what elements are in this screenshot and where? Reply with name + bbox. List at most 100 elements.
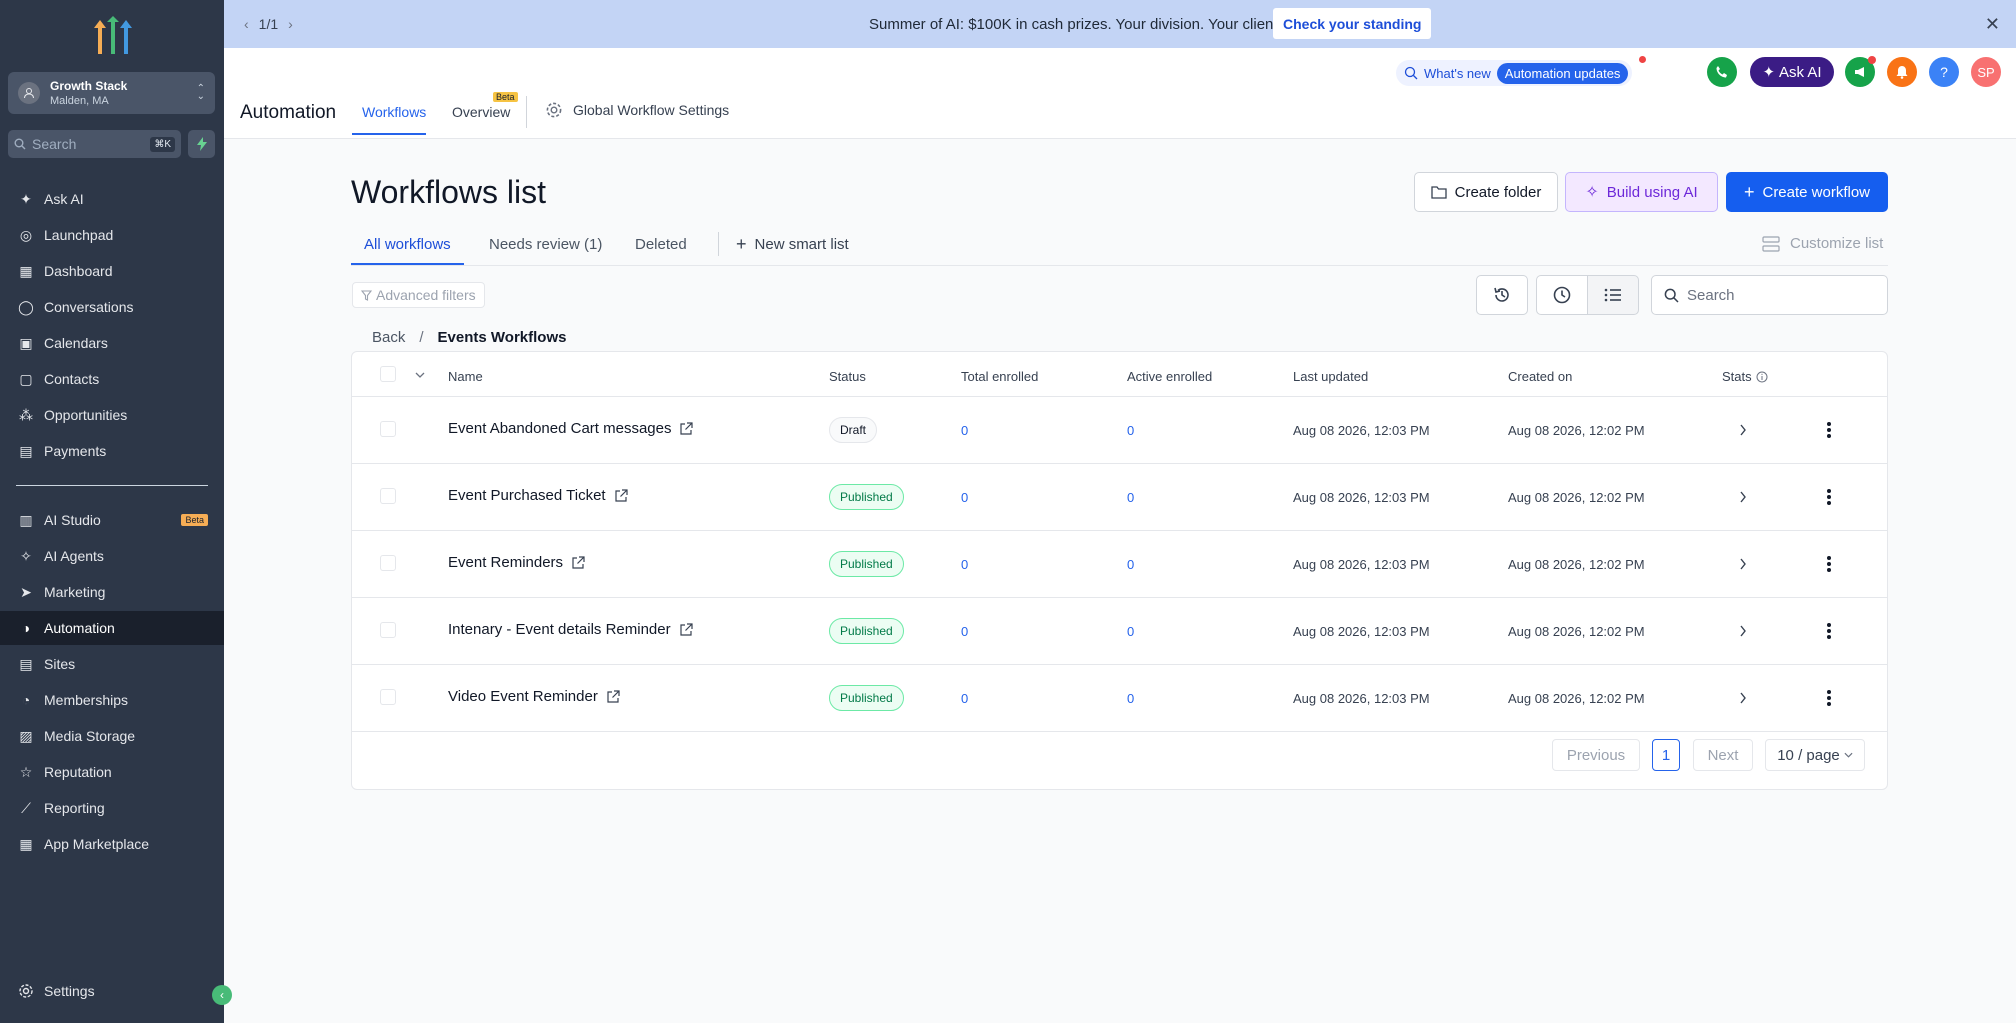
- chevron-down-icon: [1844, 752, 1853, 758]
- create-folder-button[interactable]: Create folder: [1414, 172, 1558, 212]
- chevron-right-icon[interactable]: ›: [288, 16, 293, 32]
- workflow-name-link[interactable]: Event Reminders: [448, 554, 585, 571]
- sidebar-item-opportunities[interactable]: ⁂ Opportunities: [0, 398, 224, 432]
- chevron-right-icon[interactable]: [1739, 692, 1747, 704]
- list-view-button[interactable]: [1587, 275, 1639, 315]
- chevron-down-icon[interactable]: [415, 372, 425, 378]
- sidebar-item-media-storage[interactable]: ▨ Media Storage: [0, 719, 224, 753]
- workflow-name-link[interactable]: Event Abandoned Cart messages: [448, 420, 694, 437]
- sidebar-item-launchpad[interactable]: ◎ Launchpad: [0, 218, 224, 252]
- table-row[interactable]: Event Reminders Published 0 0 Aug 08 2026, 1…: [352, 531, 1887, 598]
- sidebar-item-ai-agents[interactable]: ✧ AI Agents: [0, 539, 224, 573]
- breadcrumb-back[interactable]: Back: [372, 329, 405, 346]
- create-workflow-button[interactable]: + Create workflow: [1726, 172, 1888, 212]
- automation-updates-button[interactable]: Automation updates: [1496, 62, 1629, 84]
- sidebar-item-memberships[interactable]: ◔ Memberships: [0, 683, 224, 717]
- sidebar-item-dashboard[interactable]: ▦ Dashboard: [0, 254, 224, 288]
- sidebar-item-app-marketplace[interactable]: ▦ App Marketplace: [0, 827, 224, 861]
- sidebar-item-payments[interactable]: ▤ Payments: [0, 434, 224, 468]
- table-row[interactable]: Video Event Reminder Published 0 0 Aug 08 20…: [352, 665, 1887, 732]
- whats-new-pill[interactable]: What's new Automation updates: [1396, 60, 1633, 86]
- sidebar-item-contacts[interactable]: ▢ Contacts: [0, 362, 224, 396]
- tab-overview[interactable]: Overview: [452, 104, 510, 120]
- more-options-icon[interactable]: [1826, 555, 1832, 573]
- subtab-needs-review[interactable]: Needs review (1): [489, 236, 602, 253]
- row-checkbox[interactable]: [380, 622, 396, 638]
- sidebar-item-sites[interactable]: ▤ Sites: [0, 647, 224, 681]
- active-enrolled-value[interactable]: 0: [1127, 490, 1134, 505]
- chevron-right-icon[interactable]: [1739, 558, 1747, 570]
- sidebar-item-ask-ai[interactable]: ✦ Ask AI: [0, 182, 224, 216]
- row-checkbox[interactable]: [380, 689, 396, 705]
- more-options-icon[interactable]: [1826, 488, 1832, 506]
- page-1-button[interactable]: 1: [1652, 739, 1680, 771]
- external-link-icon[interactable]: [679, 622, 693, 637]
- page-size-select[interactable]: 10 / page: [1765, 739, 1865, 771]
- row-checkbox[interactable]: [380, 555, 396, 571]
- phone-icon[interactable]: [1707, 57, 1737, 87]
- table-row[interactable]: Event Purchased Ticket Published 0 0 Aug 08 …: [352, 464, 1887, 531]
- workflow-name-link[interactable]: Event Purchased Ticket: [448, 487, 628, 504]
- global-workflow-settings-link[interactable]: Global Workflow Settings: [545, 101, 729, 119]
- check-standing-button[interactable]: Check your standing: [1273, 8, 1432, 39]
- sidebar-item-marketing[interactable]: ➤ Marketing: [0, 575, 224, 609]
- total-enrolled-value[interactable]: 0: [961, 557, 968, 572]
- customize-list-button[interactable]: Customize list: [1762, 235, 1883, 252]
- row-checkbox[interactable]: [380, 421, 396, 437]
- chevron-right-icon[interactable]: [1739, 625, 1747, 637]
- close-icon[interactable]: ✕: [1985, 14, 2000, 35]
- total-enrolled-value[interactable]: 0: [961, 490, 968, 505]
- total-enrolled-value[interactable]: 0: [961, 423, 968, 438]
- recent-view-button[interactable]: [1536, 275, 1588, 315]
- collapse-sidebar-button[interactable]: ‹: [212, 985, 232, 1005]
- sidebar-item-settings[interactable]: Settings: [0, 974, 224, 1008]
- row-checkbox[interactable]: [380, 488, 396, 504]
- quick-action-button[interactable]: [188, 130, 215, 158]
- external-link-icon[interactable]: [679, 421, 694, 436]
- subtab-deleted[interactable]: Deleted: [635, 236, 687, 253]
- subtab-all-workflows[interactable]: All workflows: [364, 236, 451, 253]
- workflow-name-link[interactable]: Intenary - Event details Reminder: [448, 621, 693, 638]
- advanced-filters-button[interactable]: Advanced filters: [352, 282, 485, 308]
- new-smart-list-button[interactable]: + New smart list: [736, 234, 849, 255]
- sidebar-search[interactable]: Search ⌘K: [8, 130, 181, 158]
- total-enrolled-value[interactable]: 0: [961, 691, 968, 706]
- user-avatar[interactable]: SP: [1971, 57, 2001, 87]
- active-enrolled-value[interactable]: 0: [1127, 423, 1134, 438]
- info-icon: [1756, 371, 1768, 382]
- history-view-button[interactable]: [1476, 275, 1528, 315]
- tab-workflows[interactable]: Workflows: [362, 104, 426, 120]
- chevron-left-icon[interactable]: ‹: [244, 16, 249, 32]
- sidebar-item-automation[interactable]: ◑ Automation: [0, 611, 224, 645]
- chevron-right-icon[interactable]: [1739, 424, 1747, 436]
- previous-page-button[interactable]: Previous: [1552, 739, 1640, 771]
- more-options-icon[interactable]: [1826, 421, 1832, 439]
- select-all-checkbox[interactable]: [380, 366, 396, 382]
- account-switcher[interactable]: Growth Stack Malden, MA ⌃ ⌄: [8, 72, 215, 114]
- help-icon[interactable]: ?: [1929, 57, 1959, 87]
- active-enrolled-value[interactable]: 0: [1127, 691, 1134, 706]
- sidebar-item-ai-studio[interactable]: ▥ AI Studio Beta: [0, 503, 224, 537]
- bell-icon[interactable]: [1887, 57, 1917, 87]
- workflow-search[interactable]: [1651, 275, 1888, 315]
- table-row[interactable]: Intenary - Event details Reminder Publish…: [352, 598, 1887, 665]
- active-enrolled-value[interactable]: 0: [1127, 557, 1134, 572]
- table-row[interactable]: Event Abandoned Cart messages Draft 0 0 Aug …: [352, 397, 1887, 464]
- external-link-icon[interactable]: [606, 689, 620, 704]
- external-link-icon[interactable]: [614, 488, 628, 503]
- sidebar-item-conversations[interactable]: ◯ Conversations: [0, 290, 224, 324]
- ask-ai-button[interactable]: ✦ Ask AI: [1750, 57, 1834, 87]
- workflow-name-link[interactable]: Video Event Reminder: [448, 688, 620, 705]
- more-options-icon[interactable]: [1826, 622, 1832, 640]
- sidebar-item-reputation[interactable]: ☆ Reputation: [0, 755, 224, 789]
- build-using-ai-button[interactable]: ✧ Build using AI: [1565, 172, 1718, 212]
- workflow-search-input[interactable]: [1687, 286, 1867, 304]
- sidebar-item-reporting[interactable]: ⟋ Reporting: [0, 791, 224, 825]
- sidebar-item-calendars[interactable]: ▣ Calendars: [0, 326, 224, 360]
- more-options-icon[interactable]: [1826, 689, 1832, 707]
- active-enrolled-value[interactable]: 0: [1127, 624, 1134, 639]
- external-link-icon[interactable]: [571, 555, 585, 570]
- next-page-button[interactable]: Next: [1693, 739, 1753, 771]
- chevron-right-icon[interactable]: [1739, 491, 1747, 503]
- total-enrolled-value[interactable]: 0: [961, 624, 968, 639]
